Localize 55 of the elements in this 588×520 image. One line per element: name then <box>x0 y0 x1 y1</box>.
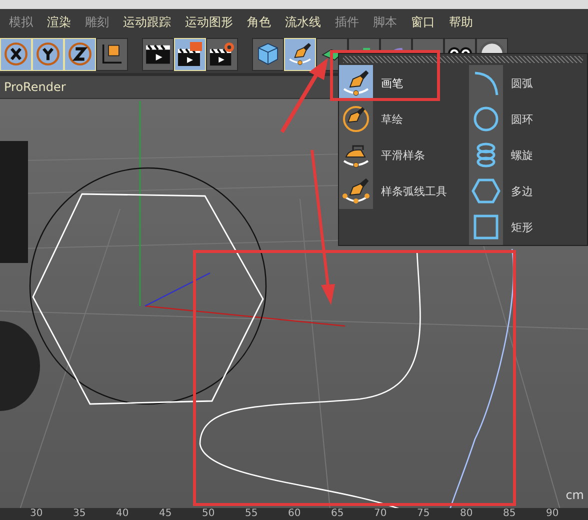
clapperboard-icon <box>177 41 203 67</box>
menu-entry[interactable]: 螺旋 <box>469 137 539 173</box>
cube-icon <box>255 41 281 67</box>
square-icon <box>469 209 503 245</box>
ruler-number: 50 <box>202 508 216 520</box>
arc-icon <box>469 65 503 101</box>
ruler-number: 60 <box>288 508 302 520</box>
menu-entry-label: 多边 <box>511 184 533 198</box>
ruler-number: 65 <box>331 508 345 520</box>
toolbar-button[interactable] <box>252 38 284 70</box>
ruler-number: 55 <box>245 508 259 520</box>
menu-entry-label: 螺旋 <box>511 148 533 162</box>
z-axis-line <box>144 272 210 307</box>
menu-entry[interactable]: 平滑样条 <box>339 137 431 173</box>
menu-entry[interactable]: 圆环 <box>469 101 539 137</box>
menu-entry-label: 矩形 <box>511 220 533 234</box>
menu-entry[interactable]: 多边 <box>469 173 539 209</box>
menu-item[interactable]: 角色 <box>240 14 278 30</box>
ruler-number: 45 <box>159 508 173 520</box>
menu-entry[interactable]: 画笔 <box>339 65 409 101</box>
toolbar-button[interactable] <box>206 38 238 70</box>
ruler-number: 75 <box>417 508 431 520</box>
menu-item[interactable]: 运动图形 <box>178 14 240 30</box>
toolbar-button[interactable] <box>142 38 174 70</box>
pen-tool-icon <box>287 41 313 67</box>
menu-item[interactable]: 帮助 <box>442 14 480 30</box>
menu-item[interactable]: 渲染 <box>40 14 78 30</box>
unit-label: cm <box>566 488 584 502</box>
menu-entry[interactable]: 圆弧 <box>469 65 539 101</box>
axis-z-icon <box>67 41 93 67</box>
menu-entry-label: 画笔 <box>381 76 403 90</box>
menu-entry[interactable]: 草绘 <box>339 101 409 137</box>
ruler-number: 30 <box>30 508 44 520</box>
ruler-number: 85 <box>503 508 517 520</box>
ruler-number: 70 <box>374 508 388 520</box>
menu-entry-label: 圆环 <box>511 112 533 126</box>
menu-entry-label: 圆弧 <box>511 76 533 90</box>
ruler-number: 35 <box>73 508 87 520</box>
axis-y-icon <box>35 41 61 67</box>
ruler-number: 90 <box>546 508 560 520</box>
menu-entry[interactable]: 矩形 <box>469 209 539 245</box>
menu-item[interactable]: 流水线 <box>278 14 328 30</box>
menu-item[interactable]: 窗口 <box>404 14 442 30</box>
ruler-number: 40 <box>116 508 130 520</box>
viewport-title: ProRender <box>4 80 66 94</box>
toolbar-button[interactable] <box>96 38 128 70</box>
clapperboard-icon <box>209 41 235 67</box>
ruler-number: 80 <box>460 508 474 520</box>
menu-entry-label: 平滑样条 <box>381 148 425 162</box>
axis-x-icon <box>3 41 29 67</box>
menu-entry-label: 草绘 <box>381 112 403 126</box>
menu-item[interactable]: 运动跟踪 <box>116 14 178 30</box>
menu-entry[interactable]: 样条弧线工具 <box>339 173 453 209</box>
menu-entry-label: 样条弧线工具 <box>381 184 447 198</box>
panel-grip[interactable] <box>343 56 583 63</box>
